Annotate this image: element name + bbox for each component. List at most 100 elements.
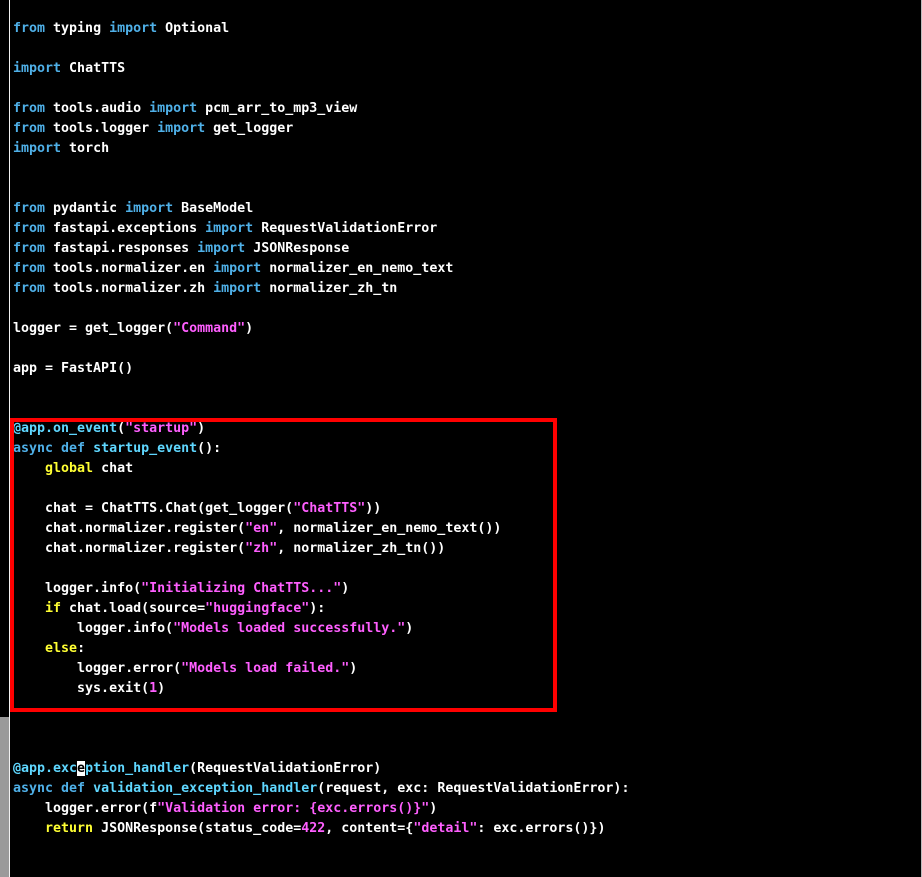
keyword-token: from <box>13 101 46 116</box>
code-line[interactable] <box>13 719 629 739</box>
code-token: JSONResponse <box>245 241 350 256</box>
code-editor[interactable]: from typing import Optional import ChatT… <box>13 19 629 839</box>
code-token: pydantic <box>45 201 126 216</box>
code-line[interactable]: @app.on_event("startup") <box>13 419 629 439</box>
string-token: "startup" <box>125 421 198 436</box>
keyword-token: import <box>157 121 206 136</box>
keyword-token: from <box>13 221 46 236</box>
code-line[interactable]: from typing import Optional <box>13 19 629 39</box>
keyword-token: async def <box>13 781 86 796</box>
code-line[interactable]: import torch <box>13 139 629 159</box>
code-token: , content={ <box>325 821 414 836</box>
code-line[interactable]: from pydantic import BaseModel <box>13 199 629 219</box>
code-line[interactable] <box>13 399 629 419</box>
code-token: sys.exit( <box>13 681 150 696</box>
code-line[interactable]: logger.error("Models load failed.") <box>13 659 629 679</box>
identifier-token: validation_exception_handler <box>93 781 318 796</box>
code-line[interactable]: chat.normalizer.register("en", normalize… <box>13 519 629 539</box>
number-token: 1 <box>149 681 158 696</box>
string-token: "Validation error: {exc.errors()}" <box>157 801 430 816</box>
terminal-editor-window: from typing import Optional import ChatT… <box>0 0 922 877</box>
code-token: ) <box>341 581 350 596</box>
code-token: ): <box>309 601 326 616</box>
flow-keyword-token: else <box>45 641 78 656</box>
code-token: logger.info( <box>13 581 142 596</box>
identifier-token: startup_event <box>93 441 198 456</box>
code-token: ) <box>349 661 358 676</box>
keyword-token: from <box>13 241 46 256</box>
code-line[interactable] <box>13 39 629 59</box>
code-line[interactable]: global chat <box>13 459 629 479</box>
code-line[interactable]: from tools.normalizer.zh import normaliz… <box>13 279 629 299</box>
identifier-token: @app.on_event <box>13 421 118 436</box>
keyword-token: import <box>109 21 158 36</box>
code-token: logger = get_logger( <box>13 321 174 336</box>
code-line[interactable]: async def validation_exception_handler(r… <box>13 779 629 799</box>
code-line[interactable] <box>13 479 629 499</box>
code-line[interactable] <box>13 559 629 579</box>
code-token: pcm_arr_to_mp3_view <box>197 101 358 116</box>
code-line[interactable]: chat.normalizer.register("zh", normalize… <box>13 539 629 559</box>
code-line[interactable]: logger.info("Models loaded successfully.… <box>13 619 629 639</box>
scrollbar-thumb[interactable] <box>0 717 9 877</box>
code-line[interactable] <box>13 339 629 359</box>
code-line[interactable]: logger.info("Initializing ChatTTS...") <box>13 579 629 599</box>
code-line[interactable] <box>13 159 629 179</box>
code-token: ) <box>157 681 166 696</box>
code-token: tools.normalizer.en <box>45 261 214 276</box>
code-token: ) <box>197 421 206 436</box>
string-token: "detail" <box>413 821 478 836</box>
code-line[interactable]: sys.exit(1) <box>13 679 629 699</box>
code-token: app = FastAPI() <box>13 361 134 376</box>
keyword-token: async def <box>13 441 86 456</box>
code-line[interactable] <box>13 79 629 99</box>
code-line[interactable] <box>13 379 629 399</box>
code-token: (): <box>197 441 222 456</box>
code-line[interactable] <box>13 179 629 199</box>
code-line[interactable] <box>13 299 629 319</box>
code-line[interactable] <box>13 699 629 719</box>
code-line[interactable]: from tools.logger import get_logger <box>13 119 629 139</box>
code-line[interactable]: app = FastAPI() <box>13 359 629 379</box>
number-token: 422 <box>301 821 326 836</box>
code-line[interactable]: from tools.normalizer.en import normaliz… <box>13 259 629 279</box>
keyword-token: from <box>13 121 46 136</box>
code-line[interactable]: async def startup_event(): <box>13 439 629 459</box>
code-line[interactable]: logger.error(f"Validation error: {exc.er… <box>13 799 629 819</box>
keyword-token: import <box>149 101 198 116</box>
string-token: "huggingface" <box>205 601 310 616</box>
code-line[interactable]: return JSONResponse(status_code=422, con… <box>13 819 629 839</box>
code-line[interactable]: chat = ChatTTS.Chat(get_logger("ChatTTS"… <box>13 499 629 519</box>
text-cursor[interactable]: e <box>77 761 86 776</box>
code-line[interactable]: import ChatTTS <box>13 59 629 79</box>
code-token: ) <box>245 321 254 336</box>
keyword-token: import <box>213 281 262 296</box>
code-line[interactable]: logger = get_logger("Command") <box>13 319 629 339</box>
code-token: chat.normalizer.register( <box>13 541 246 556</box>
code-line[interactable]: @app.exception_handler(RequestValidation… <box>13 759 629 779</box>
code-token: tools.logger <box>45 121 158 136</box>
code-token: tools.normalizer.zh <box>45 281 214 296</box>
code-token: logger.error(f <box>13 801 158 816</box>
code-token: normalizer_zh_tn <box>261 281 398 296</box>
code-line[interactable]: if chat.load(source="huggingface"): <box>13 599 629 619</box>
code-line[interactable]: else: <box>13 639 629 659</box>
code-token: BaseModel <box>173 201 254 216</box>
code-line[interactable] <box>13 739 629 759</box>
code-line[interactable]: from fastapi.responses import JSONRespon… <box>13 239 629 259</box>
flow-keyword-token: if <box>45 601 62 616</box>
code-line[interactable]: from fastapi.exceptions import RequestVa… <box>13 219 629 239</box>
keyword-token: import <box>125 201 174 216</box>
code-token: logger.info( <box>13 621 174 636</box>
identifier-token: ption_handler <box>85 761 190 776</box>
code-line[interactable]: from tools.audio import pcm_arr_to_mp3_v… <box>13 99 629 119</box>
string-token: "en" <box>245 521 278 536</box>
code-token: (RequestValidationError) <box>189 761 382 776</box>
code-token: : <box>77 641 86 656</box>
string-token: "Command" <box>173 321 246 336</box>
code-token: tools.audio <box>45 101 150 116</box>
keyword-token: from <box>13 201 46 216</box>
